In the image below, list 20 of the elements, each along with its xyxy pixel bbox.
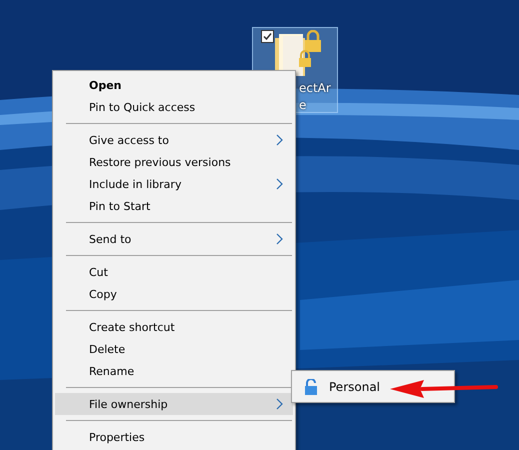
chevron-icon [276,398,283,410]
menu-item[interactable]: Cut [55,261,293,283]
icon-label: ectAr [299,80,331,97]
icon-label: e [299,97,306,114]
menu-item[interactable]: Restore previous versions [55,151,293,173]
chevron-icon [276,233,283,245]
menu-item[interactable]: Include in library [55,173,293,195]
menu-item[interactable]: Pin to Start [55,195,293,217]
menu-item[interactable]: Rename [55,360,293,382]
menu-item[interactable]: Copy [55,283,293,305]
unlocked-padlock-icon [304,378,318,394]
menu-item[interactable]: Give access to [55,129,293,151]
menu-item[interactable]: Send to [55,228,293,250]
menu-item[interactable]: Delete [55,338,293,360]
menu-item[interactable]: Properties [55,426,293,448]
chevron-icon [276,134,283,146]
chevron-icon [276,178,283,190]
menu-item[interactable]: File ownership [55,393,293,415]
menu-item[interactable]: Create shortcut [55,316,293,338]
checkbox[interactable] [261,30,274,43]
